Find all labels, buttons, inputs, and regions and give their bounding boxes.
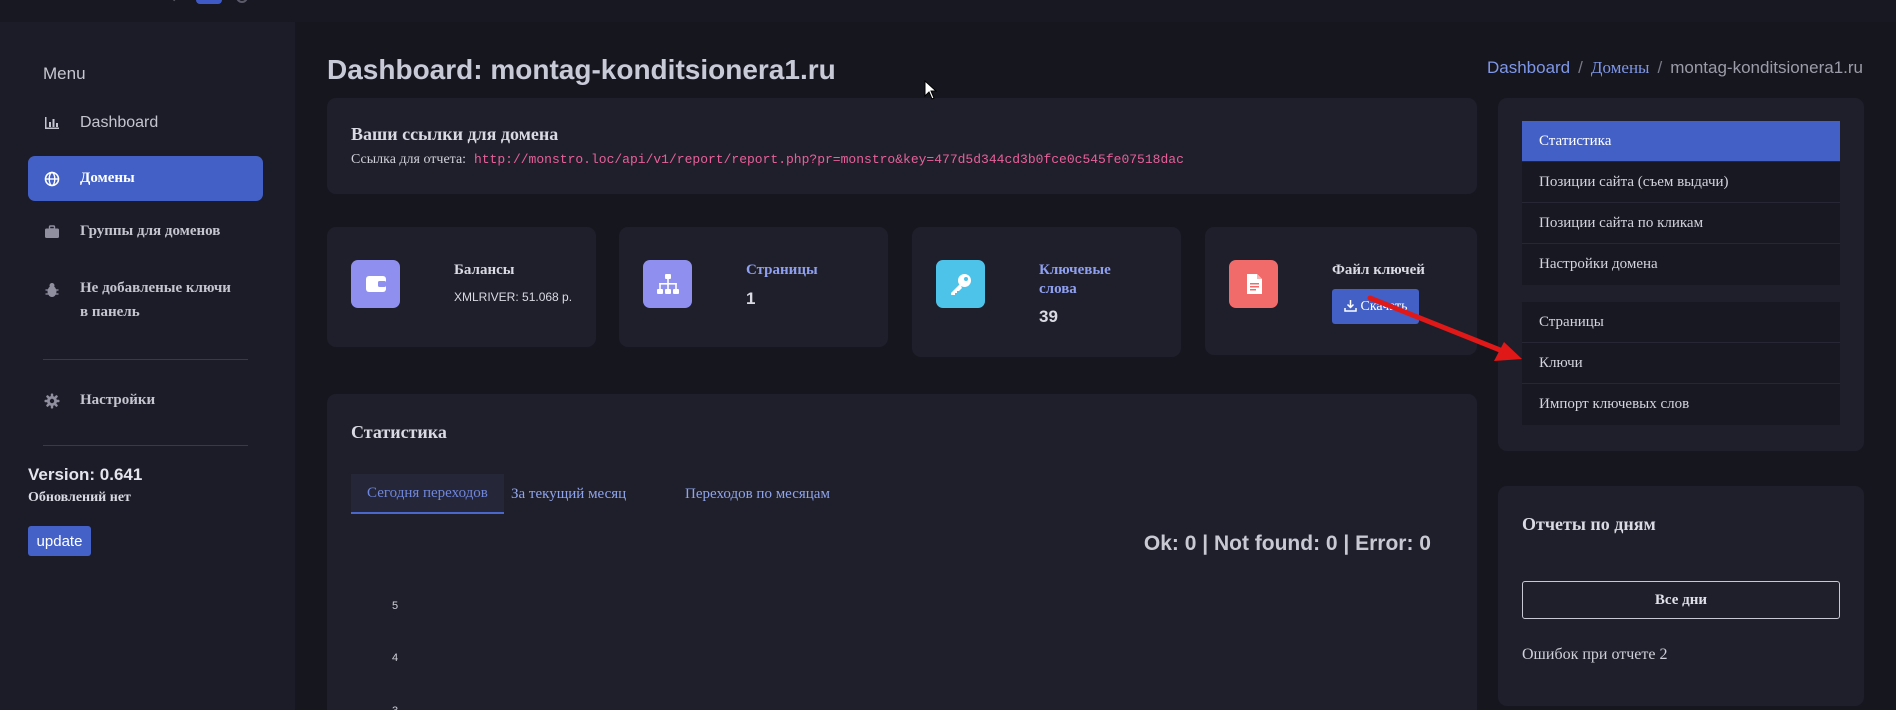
sidebar-item-domain-groups[interactable]: Группы для доменов [28,211,263,252]
status-dot-icon[interactable] [236,0,248,3]
sidebar: Menu Dashboard Домены Группы для доменов… [0,22,295,710]
sidebar-item-label: Настройки [80,392,156,408]
menu-item-statistics[interactable]: Статистика [1522,121,1840,162]
mouse-cursor-icon [924,79,938,105]
all-days-button[interactable]: Все дни [1522,581,1840,619]
sidebar-item-label-line2: в панель [80,304,140,320]
menu-title: Menu [43,64,86,83]
sitemap-icon [643,260,692,308]
domain-links-card: Ваши ссылки для домена Ссылка для отчета… [327,98,1477,194]
wallet-icon [351,260,400,308]
tab-current-month[interactable]: За текущий месяц [495,474,642,514]
status-summary: Ok: 0 | Not found: 0 | Error: 0 [1143,532,1431,555]
globe-icon [42,169,62,189]
y-tick-label: 3 [392,705,398,710]
stat-label: Балансы [454,262,515,278]
reports-title: Отчеты по дням [1522,514,1656,534]
stat-value: 1 [746,289,756,308]
report-link-url[interactable]: http://monstro.loc/api/v1/report/report.… [474,152,1184,167]
stat-card-keyfile: Файл ключей Скачать [1205,227,1477,355]
key-icon [936,260,985,308]
breadcrumb-dashboard[interactable]: Dashboard [1487,58,1570,78]
sidebar-item-label: Домены [80,170,135,186]
sidebar-divider [43,359,248,360]
no-updates-label: Обновлений нет [28,490,131,505]
breadcrumb: Dashboard / Домены / montag-konditsioner… [1487,58,1863,78]
stat-label: Ключевые слова [1039,261,1111,299]
menu-item-keys[interactable]: Ключи [1522,343,1840,384]
sidebar-item-domains[interactable]: Домены [28,156,263,201]
menu-item-positions-serp[interactable]: Позиции сайта (съем выдачи) [1522,162,1840,203]
daily-reports-card: Отчеты по дням Все дни Ошибок при отчете… [1498,486,1864,706]
breadcrumb-separator: / [1578,58,1583,77]
breadcrumb-separator: / [1657,58,1663,77]
sidebar-item-label: Не добавленые ключи [80,280,231,296]
stat-card-balance: Балансы XMLRIVER: 51.068 р. [327,227,596,347]
sidebar-item-label: Dashboard [80,113,159,131]
page-title: Dashboard: montag-konditsionera1.ru [327,54,836,85]
report-errors-text: Ошибок при отчете 2 [1522,646,1668,663]
report-link-label: Ссылка для отчета: [351,152,467,167]
y-tick-label: 5 [392,600,399,612]
report-link-line: Ссылка для отчета: http://monstro.loc/ap… [351,150,1184,168]
domain-menu-group: Страницы Ключи Импорт ключевых слов [1522,302,1840,425]
tab-by-months[interactable]: Переходов по месяцам [669,474,846,514]
download-button[interactable]: Скачать [1332,289,1419,324]
y-tick-label: 4 [392,652,399,664]
stat-sub: XMLRIVER: 51.068 р. [454,290,573,304]
sidebar-item-label: Группы для доменов [80,223,221,239]
update-button[interactable]: update [28,526,91,556]
sidebar-divider [43,445,248,446]
breadcrumb-current: montag-konditsionera1.ru [1670,58,1863,77]
stat-card-keywords: Ключевые слова 39 [912,227,1181,357]
file-icon [1229,260,1278,308]
tab-today[interactable]: Сегодня переходов [351,474,504,514]
stat-label-line2: слова [1039,281,1077,297]
domain-menu-group: Статистика Позиции сайта (съем выдачи) П… [1522,121,1840,285]
domain-menu-card: Статистика Позиции сайта (съем выдачи) П… [1498,98,1864,451]
version-label: Version: 0.641 [28,465,143,484]
links-title: Ваши ссылки для домена [351,124,559,144]
menu-item-pages[interactable]: Страницы [1522,302,1840,343]
top-bar-button[interactable] [196,0,222,4]
stat-value: 39 [1039,307,1058,326]
stat-label: Файл ключей [1332,262,1425,278]
stat-label-line1: Ключевые [1039,262,1111,278]
top-bar-icons [172,0,248,4]
statistics-title: Статистика [351,422,447,442]
briefcase-icon [42,222,62,242]
menu-item-domain-settings[interactable]: Настройки домена [1522,244,1840,285]
sidebar-item-missing-keys[interactable]: Не добавленые ключи в панель [28,276,263,331]
stat-card-pages: Страницы 1 [619,227,888,347]
statistics-card: Статистика Сегодня переходов За текущий … [327,394,1477,710]
sidebar-item-settings[interactable]: Настройки [28,380,263,421]
gear-icon [42,391,62,411]
top-bar [0,0,1896,22]
download-button-label: Скачать [1360,298,1408,314]
menu-item-import-keywords[interactable]: Импорт ключевых слов [1522,384,1840,425]
download-icon [1343,299,1357,315]
bar-chart-icon [42,113,62,133]
sidebar-item-dashboard[interactable]: Dashboard [28,102,263,143]
bug-icon [42,280,62,300]
stat-label: Страницы [746,262,818,278]
breadcrumb-domains[interactable]: Домены [1591,58,1650,78]
back-arrow-icon[interactable] [172,0,182,2]
menu-item-positions-clicks[interactable]: Позиции сайта по кликам [1522,203,1840,244]
main-content: Dashboard: montag-konditsionera1.ru Dash… [295,22,1896,710]
